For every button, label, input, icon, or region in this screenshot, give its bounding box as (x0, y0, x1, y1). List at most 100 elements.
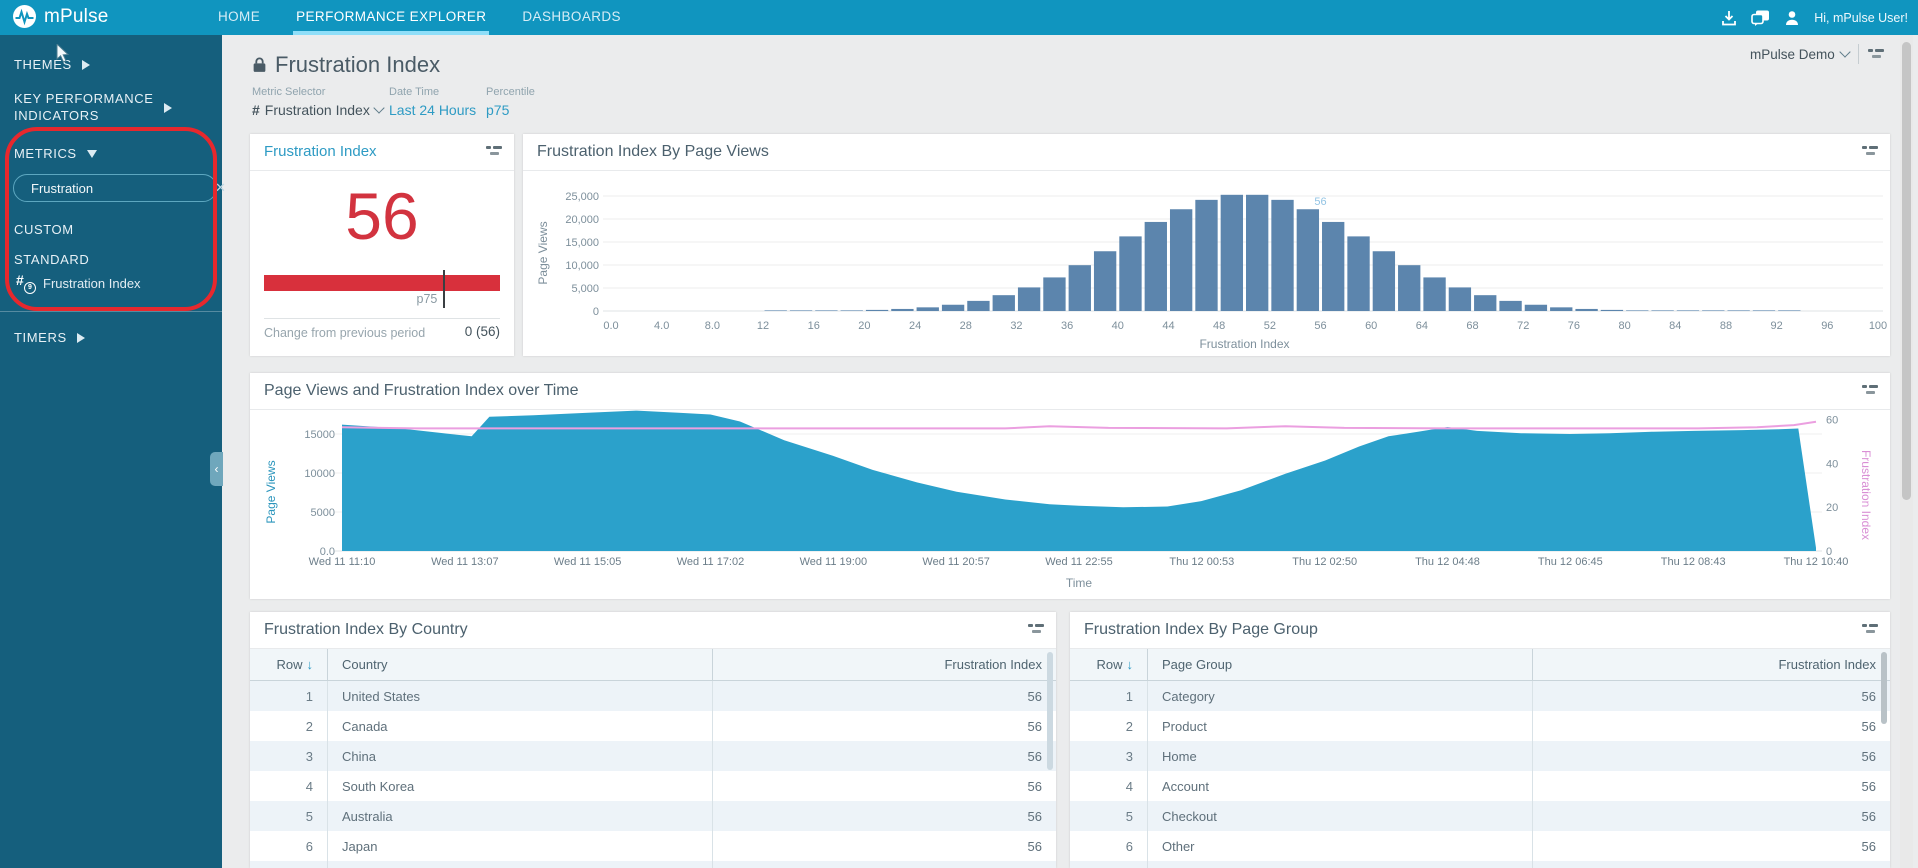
table-scrollbar[interactable] (1881, 652, 1887, 724)
histogram-bar[interactable] (1271, 199, 1294, 311)
download-icon[interactable] (1720, 9, 1738, 27)
histogram-bar[interactable] (1626, 310, 1649, 311)
histogram-bar[interactable] (1676, 310, 1700, 311)
histogram-bar[interactable] (1296, 209, 1320, 311)
metric-selector-value[interactable]: # Frustration Index (252, 102, 385, 118)
histogram-bar[interactable] (1119, 236, 1142, 311)
user-icon[interactable] (1783, 9, 1801, 27)
histogram-bar[interactable] (1702, 310, 1725, 311)
chat-icon[interactable] (1751, 9, 1770, 27)
histogram-bar[interactable] (1727, 310, 1750, 311)
sidebar-item-metrics[interactable]: METRICS (14, 146, 97, 161)
histogram-bar[interactable] (1093, 251, 1117, 311)
histogram-bar[interactable] (1017, 287, 1041, 311)
timeseries-chart[interactable]: 0.0500010000150000204060Wed 11 11:10 Wed … (250, 410, 1890, 599)
table-row[interactable]: 6 Japan 56 (250, 831, 1056, 861)
datetime-value[interactable]: Last 24 Hours (389, 102, 476, 118)
card-options-icon[interactable] (1862, 384, 1878, 396)
table-row[interactable]: 2 Product 56 (1070, 711, 1890, 741)
dashboard-options-icon[interactable] (1867, 48, 1884, 60)
sidebar-group-custom[interactable]: CUSTOM (14, 222, 74, 237)
histogram-bar[interactable] (1752, 310, 1776, 311)
table-row[interactable]: 5 Checkout 56 (1070, 801, 1890, 831)
clear-search-icon[interactable]: ✕ (215, 180, 226, 196)
table-row[interactable]: 3 Home 56 (1070, 741, 1890, 771)
histogram-bar[interactable] (1448, 287, 1472, 311)
column-header-country[interactable]: Country (328, 649, 713, 680)
card-options-icon[interactable] (1862, 623, 1878, 635)
sidebar-item-timers[interactable]: TIMERS (14, 330, 85, 345)
table-row[interactable]: 4 South Korea 56 (250, 771, 1056, 801)
histogram-bar[interactable] (1322, 221, 1345, 311)
sidebar-item-themes[interactable]: THEMES (14, 57, 90, 72)
histogram-bar[interactable] (1144, 221, 1167, 311)
histogram-bar[interactable] (840, 310, 863, 311)
histogram-bar[interactable] (1169, 209, 1193, 311)
histogram-chart[interactable]: 0 5,000 10,000 15,000 20,000 25,000 0.0 4.0 8.0 1… (523, 171, 1890, 356)
table-row[interactable]: 5 Australia 56 (250, 801, 1056, 831)
histogram-bar[interactable] (1651, 310, 1674, 311)
column-header-frustration-index[interactable]: Frustration Index (1533, 657, 1890, 672)
histogram-bar[interactable] (789, 310, 813, 311)
histogram-bar[interactable] (992, 295, 1015, 311)
user-greeting[interactable]: Hi, mPulse User! (1814, 11, 1908, 25)
tab-home[interactable]: HOME (215, 0, 263, 35)
histogram-bar[interactable] (891, 308, 914, 311)
sidebar-item-kpi[interactable]: KEY PERFORMANCE INDICATORS (14, 91, 172, 125)
card-title[interactable]: Frustration Index (264, 143, 377, 160)
histogram-bar[interactable] (1575, 308, 1598, 311)
search-input[interactable] (29, 179, 209, 197)
table-row[interactable]: 3 China 56 (250, 741, 1056, 771)
histogram-bar[interactable] (1423, 277, 1446, 311)
card-options-icon[interactable] (1862, 145, 1878, 157)
column-header-frustration-index[interactable]: Frustration Index (713, 657, 1056, 672)
histogram-bar[interactable] (1220, 194, 1243, 311)
y-axis-label: Page Views (536, 221, 550, 284)
percentile-value[interactable]: p75 (486, 102, 535, 118)
histogram-bar[interactable] (1195, 199, 1218, 311)
left-sidebar: THEMES KEY PERFORMANCE INDICATORS METRIC… (0, 35, 226, 868)
sidebar-collapse-handle[interactable]: ‹ (210, 452, 223, 486)
histogram-bar[interactable] (1499, 300, 1522, 311)
histogram-bar[interactable] (1372, 251, 1396, 311)
histogram-bar[interactable] (1778, 310, 1801, 311)
name-cell: Product (1148, 711, 1533, 741)
card-options-icon[interactable] (1028, 623, 1044, 635)
histogram-bar[interactable] (865, 309, 889, 311)
table-row[interactable]: 6 Other 56 (1070, 831, 1890, 861)
table-row[interactable]: 1 Category 56 (1070, 681, 1890, 711)
histogram-bar[interactable] (1068, 265, 1091, 311)
histogram-bar[interactable] (967, 300, 990, 311)
tab-dashboards[interactable]: DASHBOARDS (519, 0, 624, 35)
sidebar-item-frustration-index[interactable]: #9 Frustration Index (16, 272, 141, 294)
histogram-bar[interactable] (1246, 194, 1269, 311)
histogram-bar[interactable] (1398, 265, 1421, 311)
mpulse-logo[interactable]: mPulse (12, 4, 109, 29)
table-row[interactable]: All56 (1070, 861, 1890, 868)
column-header-page-group[interactable]: Page Group (1148, 649, 1533, 680)
card-options-icon[interactable] (486, 145, 502, 157)
tab-performance-explorer[interactable]: PERFORMANCE EXPLORER (293, 0, 490, 35)
table-row[interactable]: 2 Canada 56 (250, 711, 1056, 741)
histogram-bar[interactable] (941, 304, 965, 311)
table-row[interactable]: 4 Account 56 (1070, 771, 1890, 801)
histogram-bar[interactable] (916, 307, 939, 311)
page-header: Frustration Index (252, 52, 440, 78)
page-views-area-series[interactable] (342, 410, 1816, 551)
table-row[interactable]: 1 United States 56 (250, 681, 1056, 711)
sidebar-group-standard[interactable]: STANDARD (14, 252, 89, 267)
tenant-dropdown[interactable]: mPulse Demo (1750, 46, 1851, 62)
histogram-bar[interactable] (764, 310, 787, 311)
histogram-bar[interactable] (1550, 307, 1573, 311)
histogram-bar[interactable] (1043, 277, 1066, 311)
histogram-bar[interactable] (1474, 295, 1497, 311)
column-header-row[interactable]: Row ↓ (250, 649, 328, 680)
histogram-bar[interactable] (1600, 309, 1624, 311)
histogram-bar[interactable] (815, 310, 838, 311)
column-header-row[interactable]: Row ↓ (1070, 649, 1148, 680)
table-scrollbar[interactable] (1047, 652, 1053, 770)
histogram-bar[interactable] (1524, 304, 1548, 311)
page-scrollbar-thumb[interactable] (1902, 42, 1911, 500)
histogram-bar[interactable] (1347, 236, 1370, 311)
table-row[interactable]: 7Hong Kong SAR56 (250, 861, 1056, 868)
